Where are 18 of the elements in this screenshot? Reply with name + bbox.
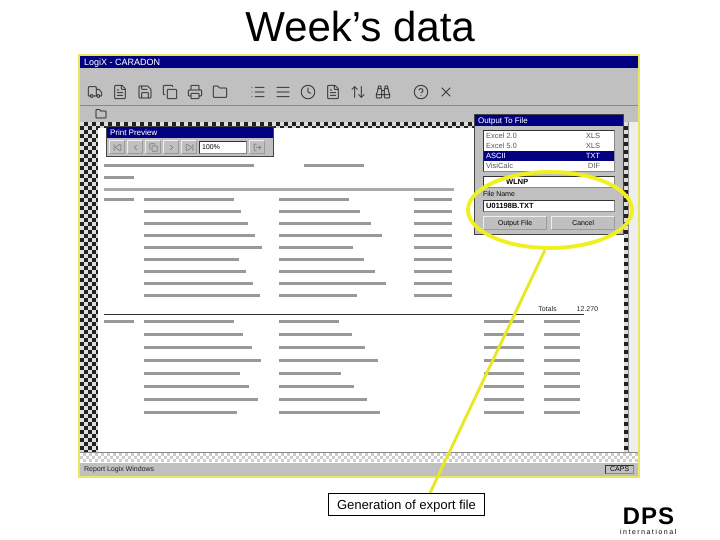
dialog-title: Output To File	[475, 115, 623, 126]
copy-icon	[148, 142, 158, 152]
window-title: LogiX - CARADON	[80, 56, 638, 68]
first-page-button[interactable]	[109, 140, 125, 154]
last-page-button[interactable]	[181, 140, 197, 154]
slide-title: Week’s data	[245, 2, 475, 52]
skip-forward-icon	[184, 142, 194, 152]
toolbar-title: Print Preview	[107, 127, 273, 138]
vertical-scrollbar[interactable]	[628, 122, 638, 452]
logo-name: DPS	[622, 505, 675, 529]
skip-back-icon	[112, 142, 122, 152]
next-page-button[interactable]	[163, 140, 179, 154]
exit-icon	[252, 142, 262, 152]
previous-page-button[interactable]	[127, 140, 143, 154]
copy-button[interactable]	[145, 140, 161, 154]
exit-button[interactable]	[249, 140, 265, 154]
horizontal-scrollbar[interactable]	[80, 452, 638, 462]
caption-text: Generation of export file	[328, 493, 485, 516]
